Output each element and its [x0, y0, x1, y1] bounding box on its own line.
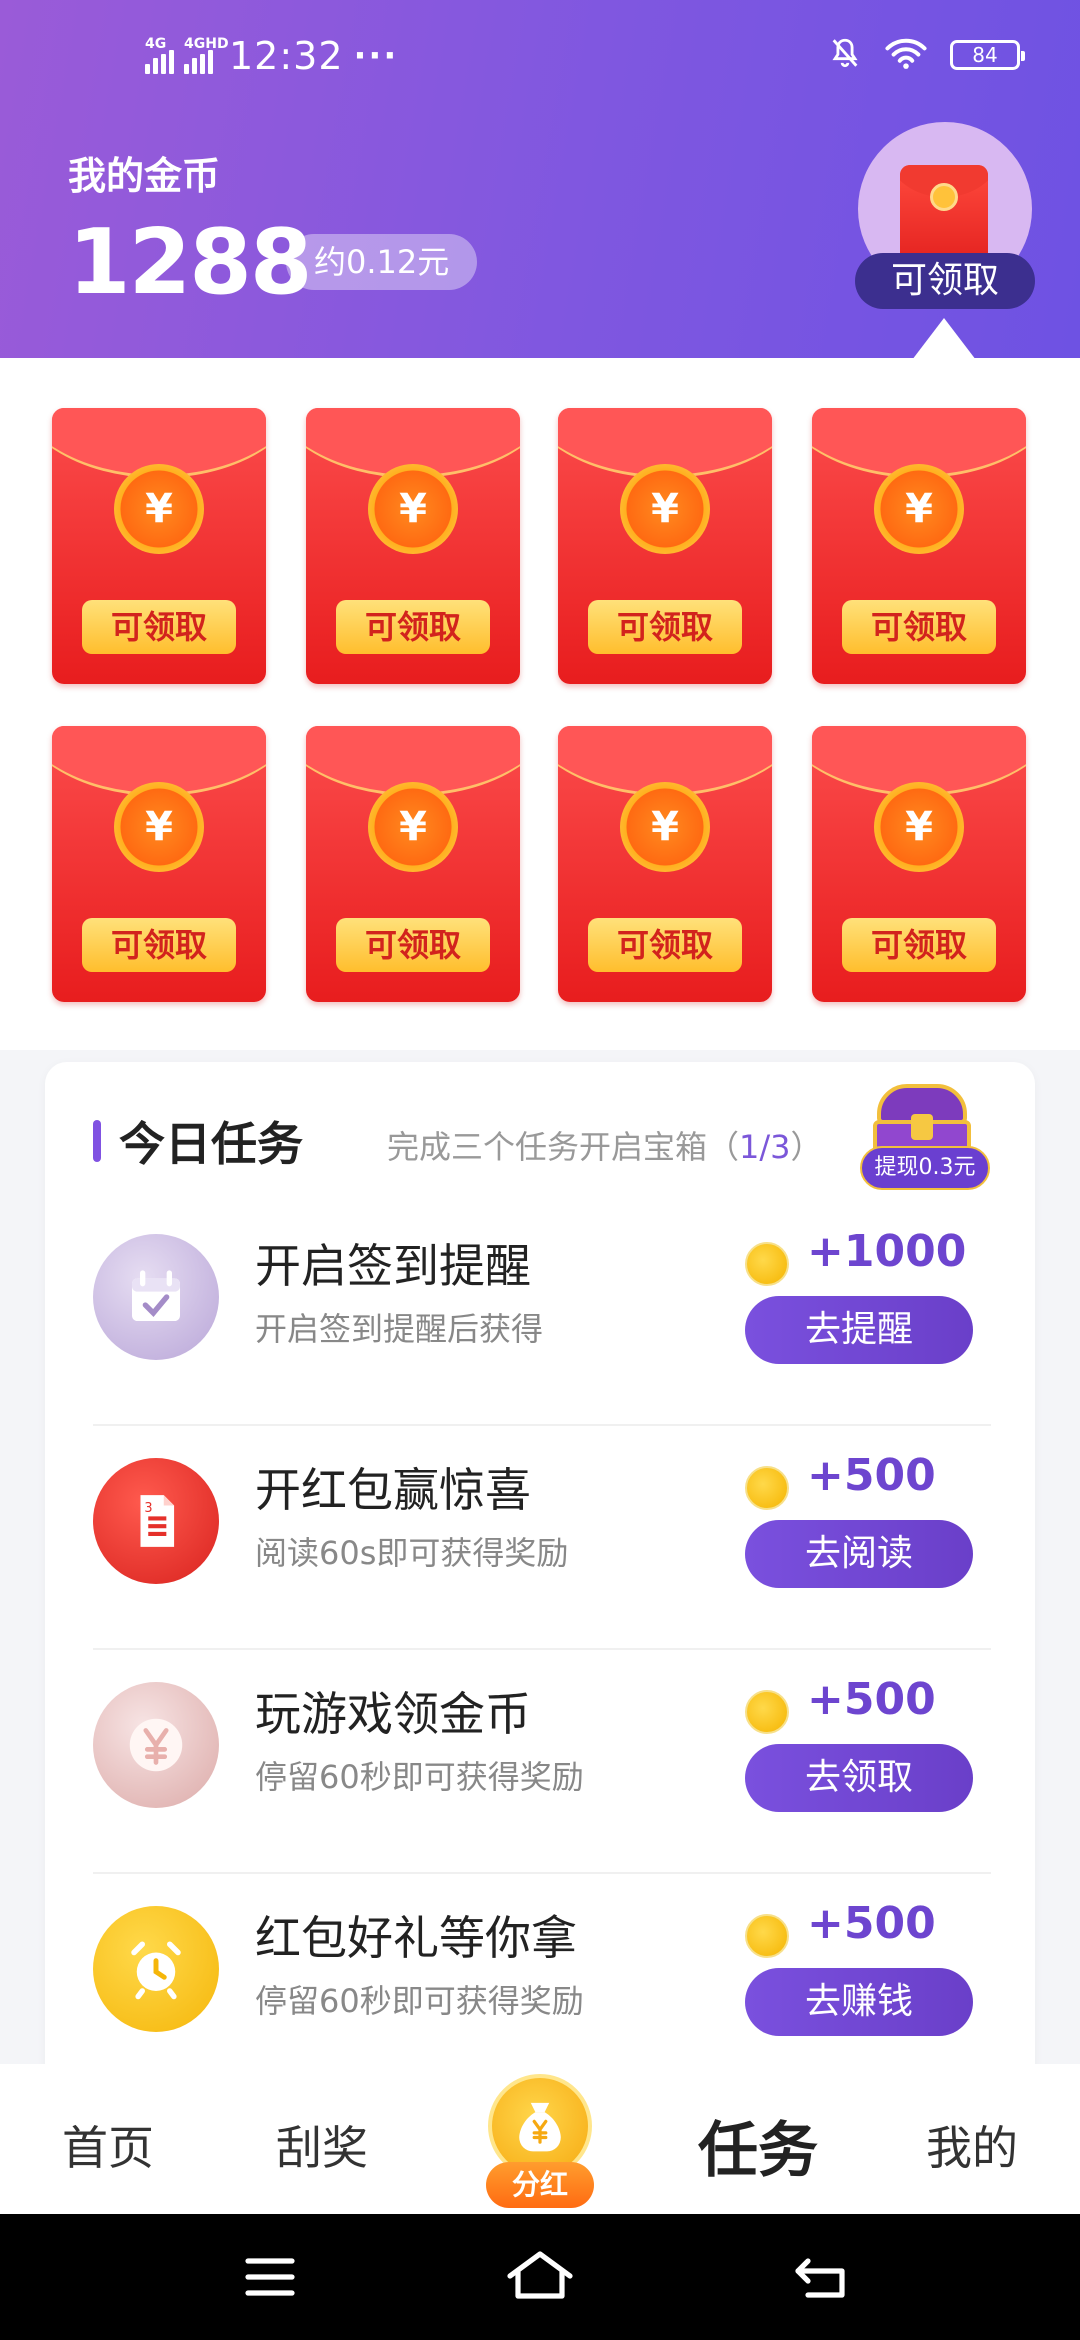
task-reward: +500 — [807, 1898, 936, 1949]
yuan-coin-icon: ¥ — [620, 464, 710, 554]
gold-coin-icon — [745, 1466, 789, 1510]
signal-icon: 4G — [145, 36, 174, 74]
battery-icon: 84 — [950, 40, 1025, 70]
task-reward: +500 — [807, 1674, 936, 1725]
gold-coin-icon — [745, 1914, 789, 1958]
yuan-coin-icon: ¥ — [114, 782, 204, 872]
yuan-coin-icon: ¥ — [620, 782, 710, 872]
red-envelope[interactable]: ¥ 可领取 — [306, 726, 520, 1002]
envelope-claim-button[interactable]: 可领取 — [336, 600, 490, 654]
task-progress: 1/3 — [739, 1128, 791, 1166]
task-row: 3 开红包赢惊喜 阅读60s即可获得奖励 +500 去阅读 — [45, 1426, 1035, 1650]
envelope-claim-button[interactable]: 可领取 — [82, 918, 236, 972]
network-type-label: 4G — [145, 36, 167, 52]
calendar-icon — [93, 1234, 219, 1360]
red-envelope[interactable]: ¥ 可领取 — [558, 726, 772, 1002]
yuan-coin-icon: ¥ — [368, 782, 458, 872]
gold-coin-icon — [745, 1242, 789, 1286]
task-row: 玩游戏领金币 停留60秒即可获得奖励 +500 去领取 — [45, 1650, 1035, 1874]
yuan-coin-icon: ¥ — [114, 464, 204, 554]
task-name: 开启签到提醒 — [255, 1239, 531, 1293]
envelope-grid: ¥ 可领取 ¥ 可领取 ¥ 可领取 ¥ 可领取 ¥ 可领取 ¥ 可领取 ¥ 可领… — [0, 358, 1080, 1050]
red-envelope[interactable]: ¥ 可领取 — [812, 408, 1026, 684]
yuan-coin-icon — [93, 1682, 219, 1808]
alarm-clock-icon — [93, 1906, 219, 2032]
nav-tasks[interactable]: 任务 — [698, 2102, 818, 2189]
redpacket-icon[interactable] — [900, 165, 988, 267]
status-time: 12:32 — [229, 34, 344, 78]
nav-home[interactable]: 首页 — [62, 2112, 154, 2178]
red-envelope[interactable]: ¥ 可领取 — [812, 726, 1026, 1002]
wifi-icon — [884, 36, 928, 74]
red-envelope[interactable]: ¥ 可领取 — [306, 408, 520, 684]
pointer-arrow — [912, 318, 976, 360]
task-action-button[interactable]: 去领取 — [745, 1744, 973, 1812]
tasks-subtitle: 完成三个任务开启宝箱（1/3） — [387, 1128, 823, 1166]
envelope-claim-button[interactable]: 可领取 — [842, 918, 996, 972]
bottom-nav: 首页 刮奖 分红 任务 我的 — [0, 2064, 1080, 2214]
task-action-button[interactable]: 去赚钱 — [745, 1968, 973, 2036]
nav-scratch[interactable]: 刮奖 — [276, 2112, 368, 2178]
task-reward: +1000 — [807, 1226, 967, 1277]
redpacket-claim-button[interactable]: 可领取 — [855, 253, 1035, 309]
home-icon[interactable] — [504, 2248, 576, 2308]
chest-withdraw-label[interactable]: 提现0.3元 — [860, 1146, 990, 1190]
tasks-title: 今日任务 — [119, 1117, 303, 1171]
coin-balance: 1288 — [68, 210, 312, 315]
yuan-coin-icon: ¥ — [874, 782, 964, 872]
section-accent-bar — [93, 1120, 101, 1162]
task-desc: 阅读60s即可获得奖励 — [255, 1534, 569, 1572]
envelope-claim-button[interactable]: 可领取 — [336, 918, 490, 972]
nav-dividend[interactable]: 分红 — [486, 2162, 594, 2208]
envelope-claim-button[interactable]: 可领取 — [842, 600, 996, 654]
back-icon[interactable] — [792, 2252, 852, 2306]
envelope-claim-button[interactable]: 可领取 — [588, 918, 742, 972]
document-icon: 3 — [93, 1458, 219, 1584]
svg-text:3: 3 — [144, 1501, 152, 1516]
task-reward: +500 — [807, 1450, 936, 1501]
envelope-claim-button[interactable]: 可领取 — [588, 600, 742, 654]
daily-tasks-card: 今日任务 完成三个任务开启宝箱（1/3） 提现0.3元 开启签到提醒 开启签到提… — [45, 1062, 1035, 2162]
system-nav-bar — [0, 2214, 1080, 2340]
yuan-coin-icon: ¥ — [874, 464, 964, 554]
mute-bell-icon — [828, 36, 862, 74]
coin-title: 我的金币 — [68, 154, 221, 198]
coin-yuan-badge: 约0.12元 — [286, 234, 478, 290]
more-dots: ··· — [353, 36, 399, 76]
menu-icon[interactable] — [242, 2254, 298, 2304]
yuan-coin-icon: ¥ — [368, 464, 458, 554]
task-name: 玩游戏领金币 — [255, 1687, 531, 1741]
status-bar: 4G 4GHD 12:32 ··· 84 — [0, 30, 1080, 90]
envelope-claim-button[interactable]: 可领取 — [82, 600, 236, 654]
task-desc: 停留60秒即可获得奖励 — [255, 1758, 584, 1796]
network-type-label: 4GHD — [184, 36, 229, 52]
task-name: 开红包赢惊喜 — [255, 1463, 531, 1517]
coin-header: 4G 4GHD 12:32 ··· 84 我的金币 1288 约0.12元 可领… — [0, 0, 1080, 360]
task-desc: 停留60秒即可获得奖励 — [255, 1982, 584, 2020]
task-row: 开启签到提醒 开启签到提醒后获得 +1000 去提醒 — [45, 1202, 1035, 1426]
task-name: 红包好礼等你拿 — [255, 1911, 577, 1965]
task-action-button[interactable]: 去提醒 — [745, 1296, 973, 1364]
task-desc: 开启签到提醒后获得 — [255, 1310, 544, 1348]
task-action-button[interactable]: 去阅读 — [745, 1520, 973, 1588]
red-envelope[interactable]: ¥ 可领取 — [52, 726, 266, 1002]
gold-coin-icon — [745, 1690, 789, 1734]
signal-icon: 4GHD — [184, 36, 229, 74]
nav-mine[interactable]: 我的 — [926, 2112, 1018, 2178]
red-envelope[interactable]: ¥ 可领取 — [52, 408, 266, 684]
red-envelope[interactable]: ¥ 可领取 — [558, 408, 772, 684]
